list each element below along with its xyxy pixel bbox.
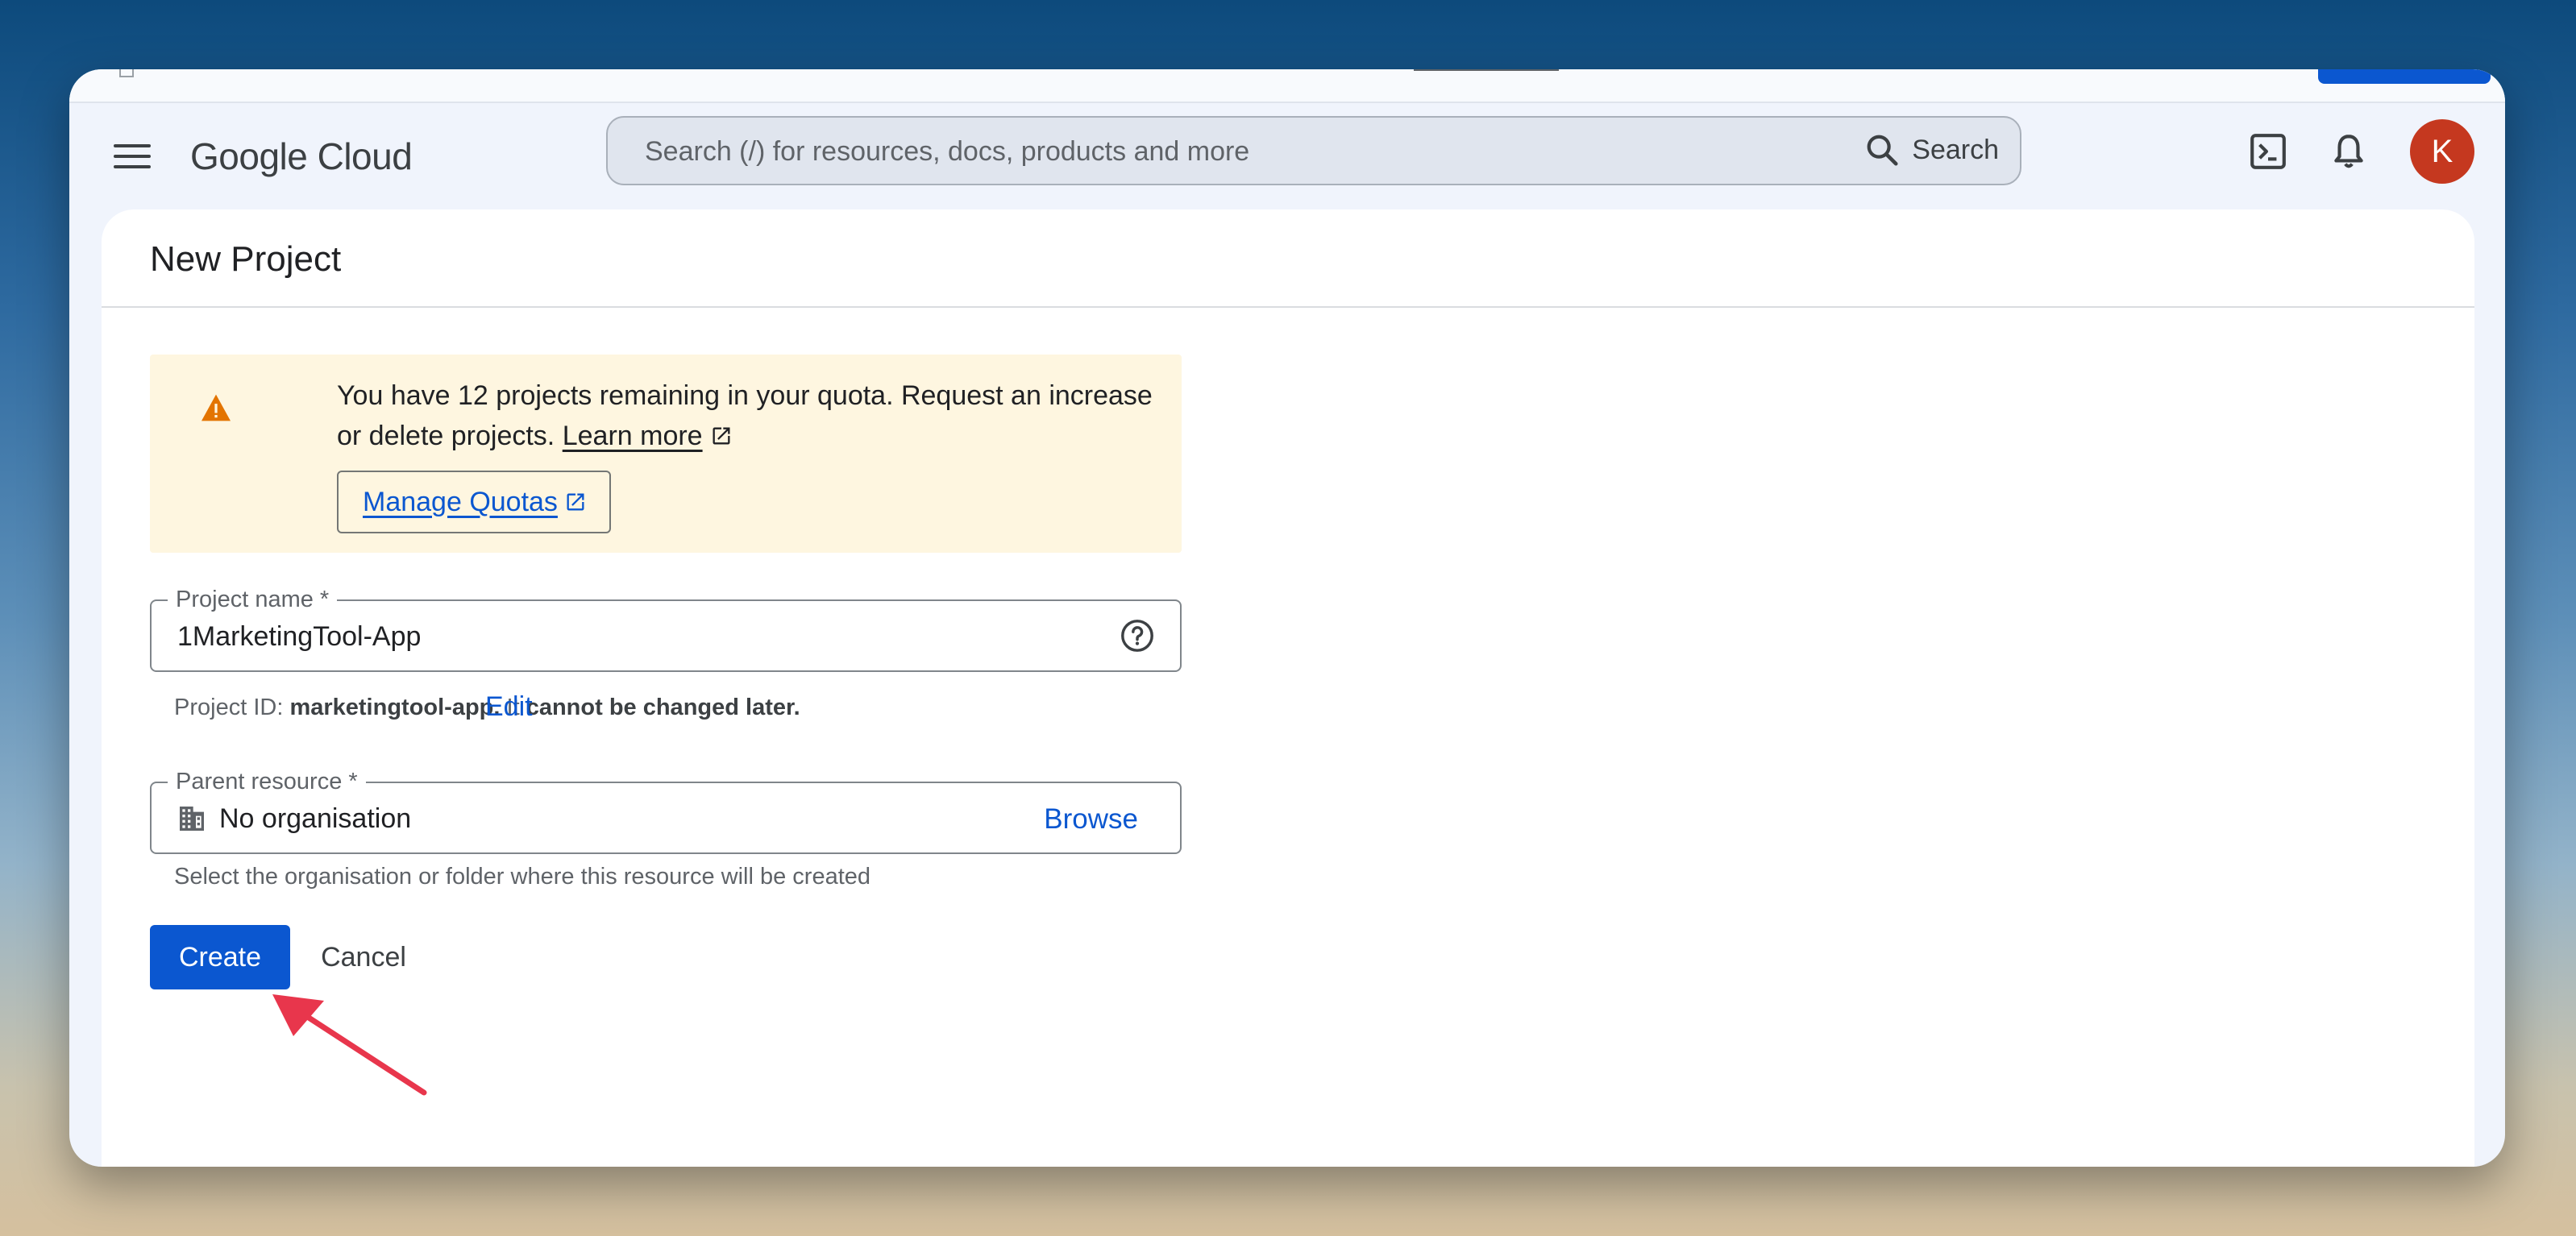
search-input[interactable]: [643, 118, 1775, 185]
help-icon[interactable]: [1119, 617, 1156, 654]
edit-project-id-link[interactable]: Edit: [485, 686, 533, 727]
quota-message-text: You have 12 projects remaining in your q…: [337, 380, 1153, 451]
avatar[interactable]: K: [2410, 119, 2474, 184]
manage-quotas-label: Manage Quotas: [363, 486, 558, 517]
search-bar[interactable]: Search: [606, 116, 2021, 185]
cancel-button[interactable]: Cancel: [303, 925, 424, 989]
google-cloud-logo[interactable]: Google Cloud: [190, 131, 413, 182]
bell-icon[interactable]: [2316, 119, 2381, 184]
parent-resource-label: Parent resource *: [168, 769, 366, 794]
project-name-field[interactable]: Project name *: [150, 587, 1182, 672]
warning-icon: [202, 394, 231, 421]
building-icon: [180, 807, 204, 831]
project-id-value: marketingtool-app.: [289, 695, 501, 720]
parent-resource-field[interactable]: Parent resource * No organisation Browse: [150, 769, 1182, 854]
create-button[interactable]: Create: [150, 925, 290, 989]
project-name-input[interactable]: [176, 601, 1066, 672]
open-in-new-icon: [713, 427, 730, 445]
strip-fragment: [119, 69, 134, 77]
search-button-label: Search: [1912, 134, 1999, 165]
learn-more-link[interactable]: Learn more: [563, 421, 703, 451]
search-button[interactable]: Search: [1863, 129, 1999, 171]
quota-alert: You have 12 projects remaining in your q…: [150, 355, 1182, 553]
parent-resource-helper: Select the organisation or folder where …: [174, 864, 871, 890]
header-divider: [102, 306, 2474, 308]
cloud-shell-icon[interactable]: [2236, 119, 2300, 184]
open-in-new-icon: [567, 493, 584, 511]
top-strip: [69, 69, 2505, 103]
new-project-panel: New Project You have 12 projects remaini…: [102, 209, 2474, 1167]
browse-button[interactable]: Browse: [1044, 799, 1138, 840]
parent-resource-value: No organisation: [219, 803, 412, 834]
annotation-arrow: [272, 994, 427, 1096]
search-icon: [1867, 135, 1898, 166]
manage-quotas-button[interactable]: Manage Quotas: [337, 471, 611, 533]
strip-fragment: [1414, 69, 1559, 71]
app-header: Google Cloud Search (/) for resources, d…: [69, 102, 2505, 209]
quota-message: You have 12 projects remaining in your q…: [337, 375, 1175, 456]
menu-icon[interactable]: [102, 126, 163, 187]
page-title: New Project: [150, 239, 342, 279]
strip-fragment: [2318, 69, 2491, 84]
